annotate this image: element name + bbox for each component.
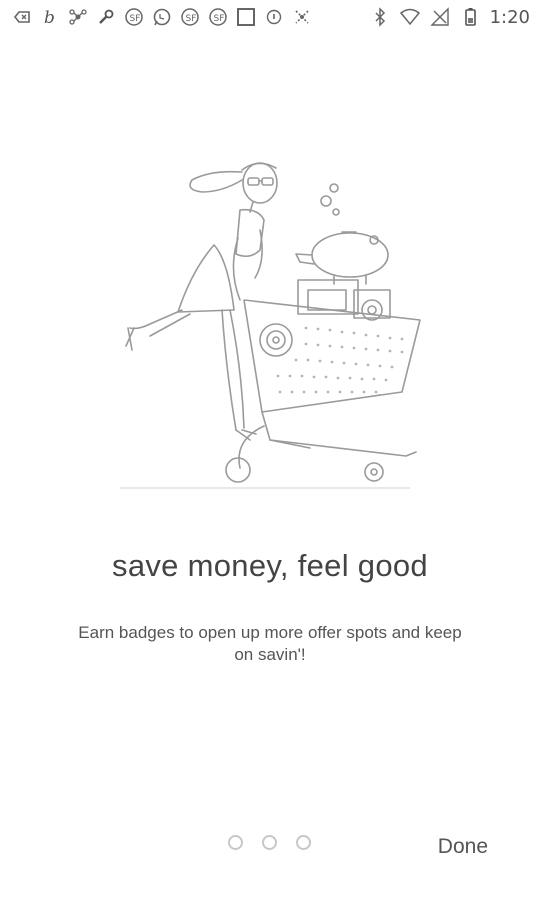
page-dot-1[interactable]: [228, 835, 243, 850]
wifi-icon: [399, 7, 420, 27]
notification-icons: b SF SF SF: [0, 7, 312, 27]
bluetooth-icon: [370, 7, 390, 27]
battery-icon: [460, 7, 480, 27]
svg-text:SF: SF: [214, 14, 225, 24]
svg-text:b: b: [44, 8, 55, 27]
square-icon: [236, 7, 256, 27]
page-dot-3[interactable]: [296, 835, 311, 850]
status-bar: b SF SF SF 1:20: [0, 0, 540, 34]
whatsapp-icon: [152, 7, 172, 27]
drone-icon: [68, 7, 88, 27]
woman-cart-drawing: [120, 162, 421, 489]
wrench-icon: [96, 7, 116, 27]
page-dot-2[interactable]: [262, 835, 277, 850]
page-indicator: [228, 835, 311, 850]
system-icons: 1:20: [370, 0, 530, 34]
info-circle-icon: [264, 7, 284, 27]
done-button[interactable]: Done: [436, 831, 490, 863]
svg-text:SF: SF: [186, 14, 197, 24]
app-badge-icon: SF: [180, 7, 200, 27]
onboarding-description: Earn badges to open up more offer spots …: [78, 623, 462, 664]
svg-text:SF: SF: [130, 14, 141, 24]
b-app-icon: b: [40, 7, 60, 27]
shopping-cart-illustration: [110, 150, 430, 495]
keyboard-back-icon: [12, 7, 32, 27]
app-badge-icon: SF: [124, 7, 144, 27]
onboarding-title: save money, feel good: [112, 548, 428, 583]
status-time: 1:20: [489, 6, 530, 28]
app-badge-icon: SF: [208, 7, 228, 27]
sparkle-icon: [292, 7, 312, 27]
no-signal-icon: [429, 7, 450, 27]
